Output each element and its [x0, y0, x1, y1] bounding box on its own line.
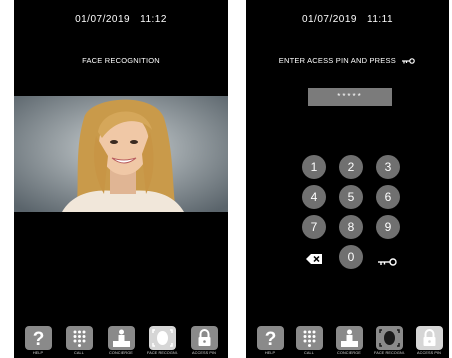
face-recognition-label: FACE RECOGNI.: [374, 351, 406, 355]
face-recognition-screen: 01/07/2019 11:12 FACE RECOGNITION ? HELP…: [14, 0, 228, 358]
access-pin-label: ACCESS PIN: [192, 351, 216, 355]
concierge-button[interactable]: CONCIERGE: [334, 326, 364, 355]
call-button[interactable]: CALL: [64, 326, 94, 355]
access-pin-button[interactable]: ACCESS PIN: [189, 326, 219, 355]
dialpad-icon: [295, 326, 323, 350]
face-recognition-button[interactable]: FACE RECOGNI.: [147, 326, 179, 355]
face-scan-icon: [375, 326, 403, 350]
help-icon: ?: [24, 326, 52, 350]
help-button[interactable]: ? HELP: [255, 326, 285, 355]
concierge-button[interactable]: CONCIERGE: [106, 326, 136, 355]
access-pin-screen: 01/07/2019 11:11 ENTER ACESS PIN AND PRES…: [246, 0, 449, 358]
face-image: [14, 96, 228, 212]
help-button[interactable]: ? HELP: [23, 326, 53, 355]
key-2[interactable]: 2: [339, 155, 363, 179]
key-icon: [402, 57, 416, 66]
key-9[interactable]: 9: [376, 215, 400, 239]
key-6[interactable]: 6: [376, 185, 400, 209]
datetime: 01/07/2019 11:11: [246, 14, 449, 25]
dialpad-icon: [65, 326, 93, 350]
backspace-button[interactable]: [306, 251, 322, 269]
backspace-icon: [306, 254, 322, 264]
date: 01/07/2019: [75, 14, 131, 25]
pin-field[interactable]: *****: [308, 88, 392, 106]
key-3[interactable]: 3: [376, 155, 400, 179]
concierge-label: CONCIERGE: [109, 351, 133, 355]
padlock-icon: [415, 326, 443, 350]
key-1[interactable]: 1: [302, 155, 326, 179]
face-recognition-button[interactable]: FACE RECOGNI.: [374, 326, 406, 355]
enter-key-button[interactable]: [378, 253, 398, 271]
key-4[interactable]: 4: [302, 185, 326, 209]
time: 11:12: [140, 14, 167, 25]
key-7[interactable]: 7: [302, 215, 326, 239]
screen-title-text: ENTER ACESS PIN AND PRESS: [278, 56, 396, 65]
help-label: HELP: [264, 351, 276, 355]
key-icon: [378, 258, 397, 266]
help-icon: ?: [256, 326, 284, 350]
key-8[interactable]: 8: [339, 215, 363, 239]
key-5[interactable]: 5: [339, 185, 363, 209]
face-recognition-label: FACE RECOGNI.: [147, 351, 179, 355]
svg-text:?: ?: [264, 329, 276, 350]
concierge-icon: [335, 326, 363, 350]
screen-title: FACE RECOGNITION: [82, 56, 160, 65]
screen-title: ENTER ACESS PIN AND PRESS: [246, 56, 449, 66]
datetime: 01/07/2019 11:12: [14, 14, 228, 25]
help-label: HELP: [32, 351, 44, 355]
key-0[interactable]: 0: [339, 245, 363, 269]
call-button[interactable]: CALL: [294, 326, 324, 355]
call-label: CALL: [74, 351, 84, 355]
date: 01/07/2019: [301, 14, 357, 25]
bottom-bar: ? HELP CALL CONCIERGE FACE RECOGNI. ACCE…: [14, 326, 228, 356]
bottom-bar: ? HELP CALL CONCIERGE FACE RECOGNI. ACCE…: [246, 326, 449, 356]
concierge-label: CONCIERGE: [337, 351, 361, 355]
access-pin-button[interactable]: ACCESS PIN: [414, 326, 444, 355]
camera-feed: [14, 96, 228, 212]
svg-text:?: ?: [32, 329, 44, 350]
call-label: CALL: [304, 351, 314, 355]
padlock-icon: [190, 326, 218, 350]
face-scan-icon: [148, 326, 176, 350]
time: 11:11: [367, 14, 394, 25]
concierge-icon: [107, 326, 135, 350]
access-pin-label: ACCESS PIN: [417, 351, 441, 355]
